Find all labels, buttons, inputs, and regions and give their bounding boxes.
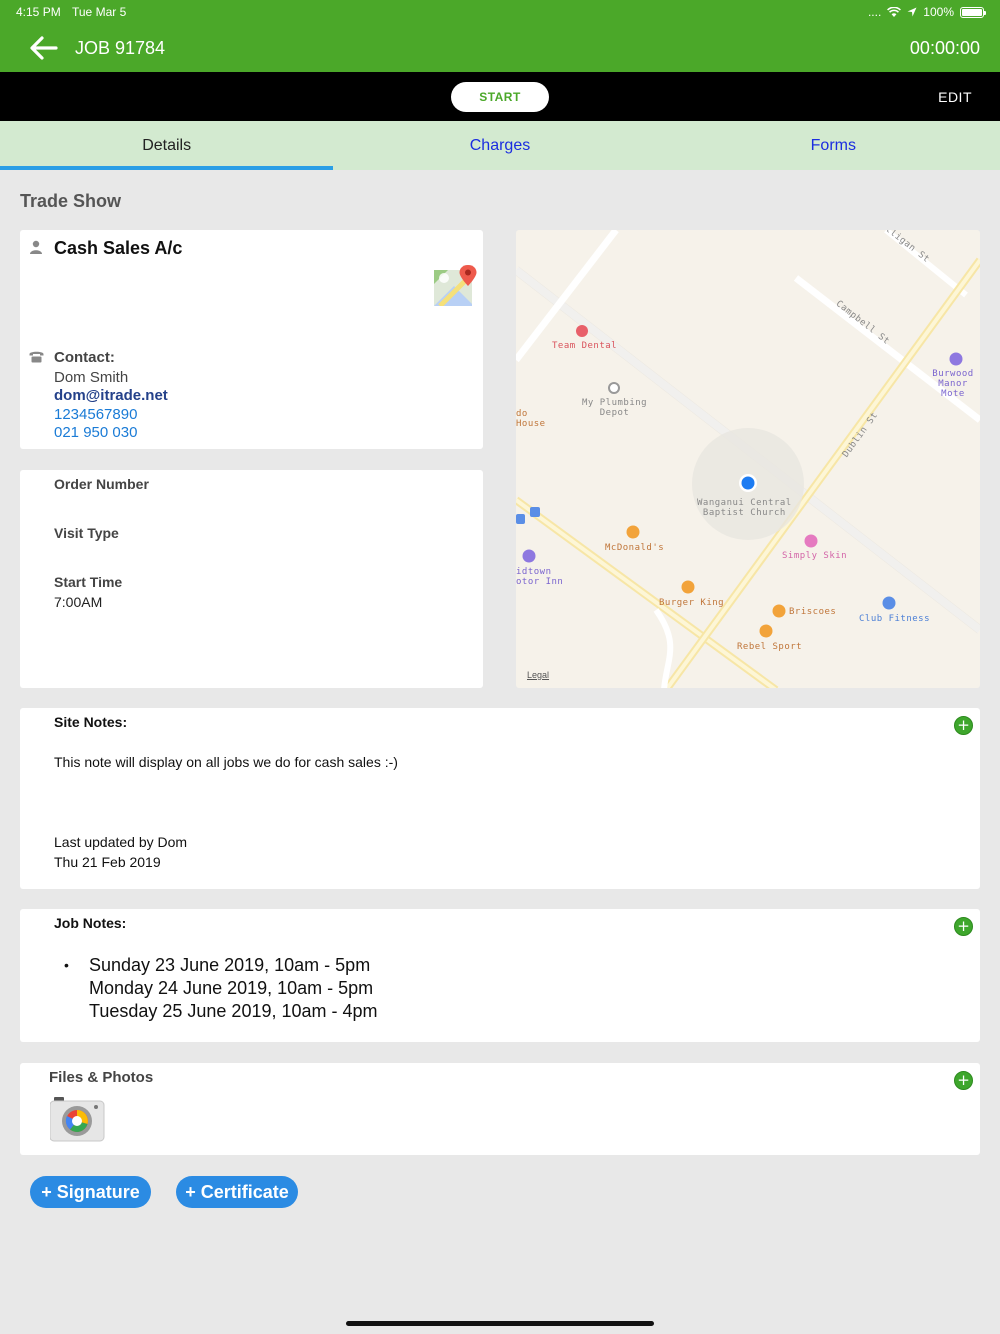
place-team-dental: Team Dental	[552, 341, 618, 351]
customer-card: Cash Sales A/c Contact: Dom Smith dom@it…	[20, 230, 483, 449]
job-title: JOB 91784	[75, 38, 166, 58]
site-notes-title: Site Notes:	[54, 714, 128, 730]
cellular-signal-icon: ....	[867, 5, 882, 19]
place-club-fitness: Club Fitness	[859, 614, 931, 624]
status-bar: 4:15 PM Tue Mar 5 .... 100%	[0, 0, 1000, 24]
place-simply-skin: Simply Skin	[782, 551, 848, 561]
site-notes-updated-by: Last updated by Dom	[54, 834, 188, 850]
start-time-label: Start Time	[54, 574, 123, 590]
customer-name: Cash Sales A/c	[54, 238, 183, 258]
contact-mobile-link[interactable]: 021 950 030	[54, 424, 137, 441]
files-photos-card: Files & Photos +	[20, 1063, 980, 1155]
tab-charges[interactable]: Charges	[333, 121, 666, 170]
job-note-line: Tuesday 25 June 2019, 10am - 4pm	[89, 1001, 378, 1021]
pin-rebel-sport[interactable]	[759, 624, 773, 638]
add-signature-button[interactable]: + Signature	[30, 1176, 151, 1208]
camera-icon[interactable]	[50, 1097, 106, 1143]
location-map[interactable]: Mulligan St Campbell St Dublin St Team D…	[516, 230, 980, 688]
job-note-line: Sunday 23 June 2019, 10am - 5pm	[89, 955, 371, 975]
contact-email-link[interactable]: dom@itrade.net	[54, 387, 168, 404]
battery-icon	[960, 6, 986, 18]
site-notes-card: Site Notes: + This note will display on …	[20, 708, 980, 889]
map-legal-link[interactable]: Legal	[527, 670, 549, 680]
start-button[interactable]: START	[451, 82, 549, 112]
place-baptist-church: Wanganui Central Baptist Church	[697, 498, 792, 518]
battery-fill	[962, 8, 982, 16]
pin-mcdonalds[interactable]	[626, 525, 640, 539]
current-location-dot	[741, 476, 755, 490]
status-right: .... 100%	[867, 5, 986, 19]
site-notes-updated-date: Thu 21 Feb 2019	[54, 854, 161, 870]
place-rebel-sport: Rebel Sport	[737, 642, 803, 652]
list-bullet: •	[64, 957, 69, 973]
site-notes-body: This note will display on all jobs we do…	[54, 754, 398, 770]
place-briscoes: Briscoes	[789, 607, 837, 617]
home-indicator[interactable]	[346, 1321, 654, 1326]
person-icon	[30, 240, 42, 254]
job-timer: 00:00:00	[909, 38, 980, 58]
place-plumbing-depot: My Plumbing Depot	[582, 398, 648, 418]
pin-burger-king[interactable]	[681, 580, 695, 594]
job-note-line: Monday 24 June 2019, 10am - 5pm	[89, 978, 374, 998]
tab-details[interactable]: Details	[0, 121, 334, 170]
status-time: 4:15 PM	[16, 5, 61, 19]
wifi-icon	[887, 6, 902, 17]
pin-club-fitness[interactable]	[882, 596, 896, 610]
tab-forms[interactable]: Forms	[667, 121, 1000, 170]
place-mcdonalds: McDonald's	[605, 543, 665, 553]
phone-icon	[29, 351, 44, 363]
pin-simply-skin[interactable]	[804, 534, 818, 548]
job-notes-card: Job Notes: + • Sunday 23 June 2019, 10am…	[20, 909, 980, 1042]
contact-label: Contact:	[54, 349, 115, 366]
back-arrow-icon[interactable]	[28, 34, 58, 62]
place-midtown-inn: idtown otor Inn	[516, 567, 564, 587]
add-job-note-button[interactable]: +	[954, 917, 973, 936]
contact-name: Dom Smith	[54, 369, 129, 386]
contact-phone-link[interactable]: 1234567890	[54, 406, 137, 423]
status-date: Tue Mar 5	[72, 5, 127, 19]
add-site-note-button[interactable]: +	[954, 716, 973, 735]
order-number-label: Order Number	[54, 476, 149, 492]
pin-team-dental[interactable]	[576, 325, 588, 337]
edit-button[interactable]: EDIT	[938, 89, 972, 105]
add-file-button[interactable]: +	[954, 1071, 973, 1090]
tab-bar: Details Charges Forms	[0, 121, 1000, 170]
bus-stop-icon	[530, 507, 540, 517]
action-bar: START EDIT	[0, 72, 1000, 121]
place-burwood-manor: Burwood Manor Mote	[932, 369, 974, 399]
job-notes-title: Job Notes:	[54, 915, 127, 931]
pin-burwood-manor[interactable]	[949, 352, 963, 366]
nav-bar: JOB 91784 00:00:00	[0, 24, 1000, 72]
battery-percent: 100%	[923, 5, 954, 19]
bus-stop-icon-2	[516, 514, 525, 524]
start-time-value: 7:00AM	[54, 594, 103, 610]
pin-midtown-inn[interactable]	[522, 549, 536, 563]
place-burger-king: Burger King	[659, 598, 725, 608]
google-maps-icon[interactable]	[434, 264, 478, 306]
pin-plumbing-depot[interactable]	[608, 382, 620, 394]
files-photos-title: Files & Photos	[49, 1069, 154, 1086]
job-info-card: Order Number Visit Type Start Time 7:00A…	[20, 470, 483, 688]
pin-briscoes[interactable]	[772, 604, 786, 618]
location-arrow-icon	[907, 7, 917, 17]
page-title: Trade Show	[20, 191, 122, 211]
visit-type-label: Visit Type	[54, 525, 119, 541]
add-certificate-button[interactable]: + Certificate	[176, 1176, 298, 1208]
place-house: do House	[516, 409, 546, 429]
